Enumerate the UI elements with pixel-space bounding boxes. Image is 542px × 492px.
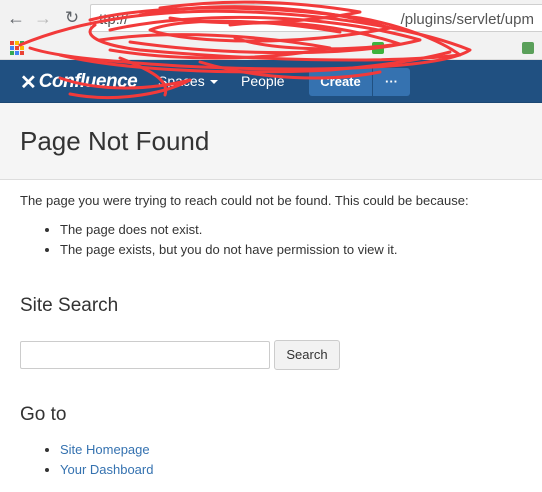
page-title: Page Not Found [20, 126, 210, 156]
goto-heading: Go to [20, 404, 67, 425]
site-homepage-link[interactable]: Site Homepage [60, 442, 150, 457]
create-button[interactable]: Create [309, 68, 372, 96]
nav-people-link[interactable]: People [241, 73, 285, 89]
url-path: /plugins/servlet/upm [400, 11, 534, 28]
chevron-down-icon [209, 80, 218, 84]
search-button[interactable]: Search [274, 340, 340, 370]
list-item: The page does not exist. [60, 223, 397, 243]
list-item: Site Homepage [60, 443, 153, 463]
site-search-heading: Site Search [20, 295, 119, 316]
browser-toolbar: ← → ↻ ttp:// /plugins/servlet/upm [0, 0, 542, 36]
forward-arrow-icon[interactable]: → [33, 7, 53, 29]
list-item: Your Dashboard [60, 463, 153, 483]
nav-spaces-menu[interactable]: Spaces [158, 73, 218, 89]
error-reasons-list: The page does not exist. The page exists… [60, 223, 397, 263]
search-input[interactable] [20, 341, 270, 369]
error-intro-text: The page you were trying to reach could … [20, 193, 469, 208]
bookmark-favicon-icon[interactable] [372, 42, 384, 54]
back-arrow-icon[interactable]: ← [6, 7, 26, 29]
goto-links-list: Site Homepage Your Dashboard [60, 443, 153, 483]
apps-grid-icon[interactable] [10, 41, 24, 55]
your-dashboard-link[interactable]: Your Dashboard [60, 462, 153, 477]
confluence-header: ✕ Confluence Spaces People Create ··· [0, 60, 542, 103]
nav-spaces-label: Spaces [158, 73, 205, 89]
address-bar[interactable]: ttp:// /plugins/servlet/upm [90, 4, 542, 32]
url-prefix: ttp:// [99, 11, 129, 28]
confluence-x-icon: ✕ [20, 71, 37, 94]
reload-icon[interactable]: ↻ [62, 7, 82, 29]
bookmarks-bar [0, 36, 542, 60]
bookmark-favicon-icon[interactable] [522, 42, 534, 54]
logo-text: Confluence [38, 71, 138, 92]
create-more-button[interactable]: ··· [373, 68, 410, 96]
page-header: Page Not Found [0, 103, 542, 180]
list-item: The page exists, but you do not have per… [60, 243, 397, 263]
confluence-logo[interactable]: ✕ Confluence [20, 70, 138, 94]
